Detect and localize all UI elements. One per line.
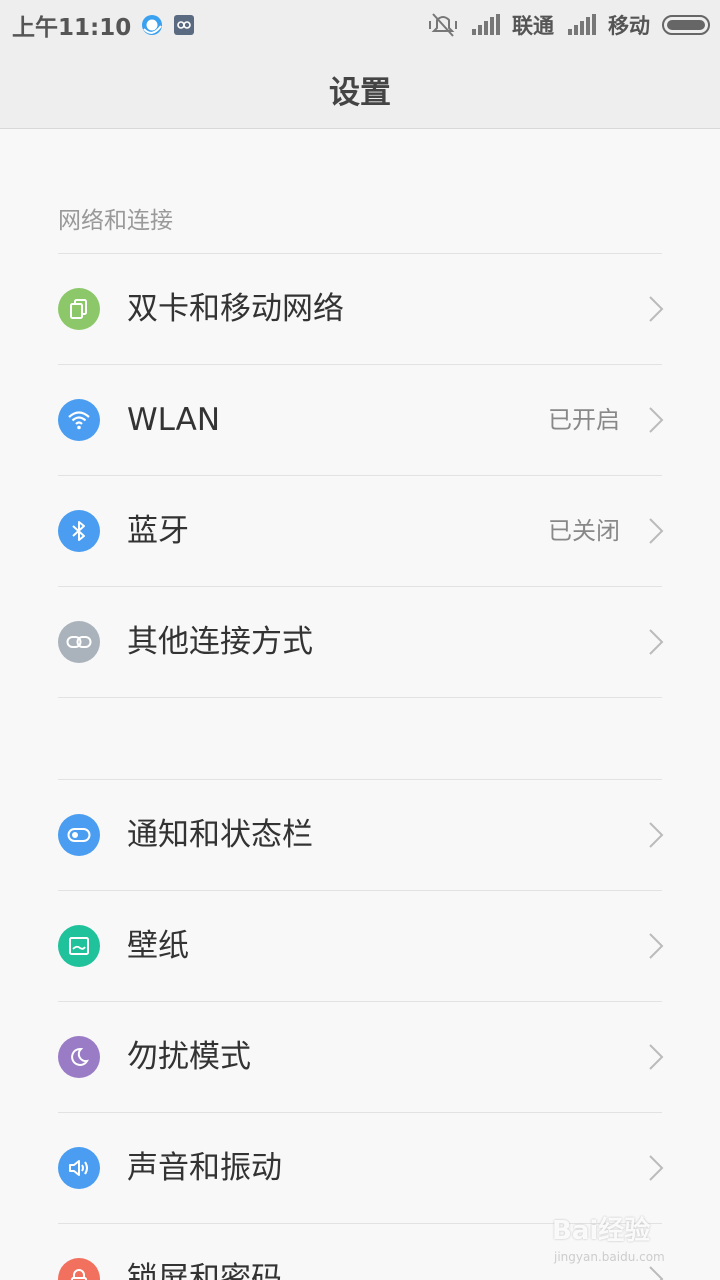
settings-item-wallpaper[interactable]: 壁纸 [0,891,720,1001]
wallpaper-icon [58,925,100,967]
page-title: 设置 [329,74,391,111]
settings-item-label: 双卡和移动网络 [127,291,344,327]
settings-item-sound[interactable]: 声音和振动 [0,1113,720,1223]
divider [58,697,662,698]
settings-item-label: 通知和状态栏 [127,817,313,853]
settings-item-label: 声音和振动 [127,1150,282,1186]
title-bar: 设置 [0,50,720,129]
settings-item-label: 壁纸 [127,928,189,964]
settings-item-value: 已关闭 [548,517,620,545]
chevron-right-icon [649,629,664,655]
settings-item-do-not-disturb[interactable]: 勿扰模式 [0,1002,720,1112]
settings-item-value: 已开启 [548,406,620,434]
settings-item-label: 其他连接方式 [127,624,313,660]
chevron-right-icon [649,933,664,959]
link-icon [58,621,100,663]
settings-item-label: 勿扰模式 [127,1039,251,1075]
settings-item-other-connections[interactable]: 其他连接方式 [0,587,720,697]
settings-item-label: 锁屏和密码 [127,1261,282,1280]
watermark-brand: Bai经验 [552,1216,651,1246]
lock-icon [58,1258,100,1280]
toggle-icon [58,814,100,856]
status-time: 上午11:10 [12,15,132,41]
chevron-right-icon [649,296,664,322]
mute-vibrate-icon [429,13,457,37]
settings-item-label: WLAN [127,402,221,438]
settings-item-wlan[interactable]: WLAN 已开启 [0,365,720,475]
bluetooth-icon [58,510,100,552]
carrier-2: 移动 [608,14,650,38]
settings-item-dual-sim[interactable]: 双卡和移动网络 [0,254,720,364]
settings-item-label: 蓝牙 [127,513,189,549]
watermark-url: jingyan.baidu.com [554,1250,665,1264]
dual-sim-icon [58,288,100,330]
settings-item-bluetooth[interactable]: 蓝牙 已关闭 [0,476,720,586]
signal-strength-icon [472,14,502,35]
chevron-right-icon [649,518,664,544]
browser-notification-icon [142,15,163,35]
chevron-right-icon [649,1044,664,1070]
settings-item-notifications[interactable]: 通知和状态栏 [0,780,720,890]
settings-list[interactable]: 网络和连接 双卡和移动网络 WLAN 已开启 蓝牙 已关闭 其他连接方式 通知和… [0,129,720,1280]
battery-icon [662,15,710,35]
chevron-right-icon [649,407,664,433]
signal-strength-icon [568,14,598,35]
chevron-right-icon [649,822,664,848]
moon-icon [58,1036,100,1078]
wifi-icon [58,399,100,441]
speaker-icon [58,1147,100,1189]
baidu-jingyan-watermark: Bai经验 jingyan.baidu.com [552,1210,692,1270]
app-notification-icon [174,15,195,35]
section-header-network: 网络和连接 [58,208,173,234]
status-bar: 上午11:10 联通 移动 [0,0,720,50]
chevron-right-icon [649,1155,664,1181]
carrier-1: 联通 [512,14,554,38]
